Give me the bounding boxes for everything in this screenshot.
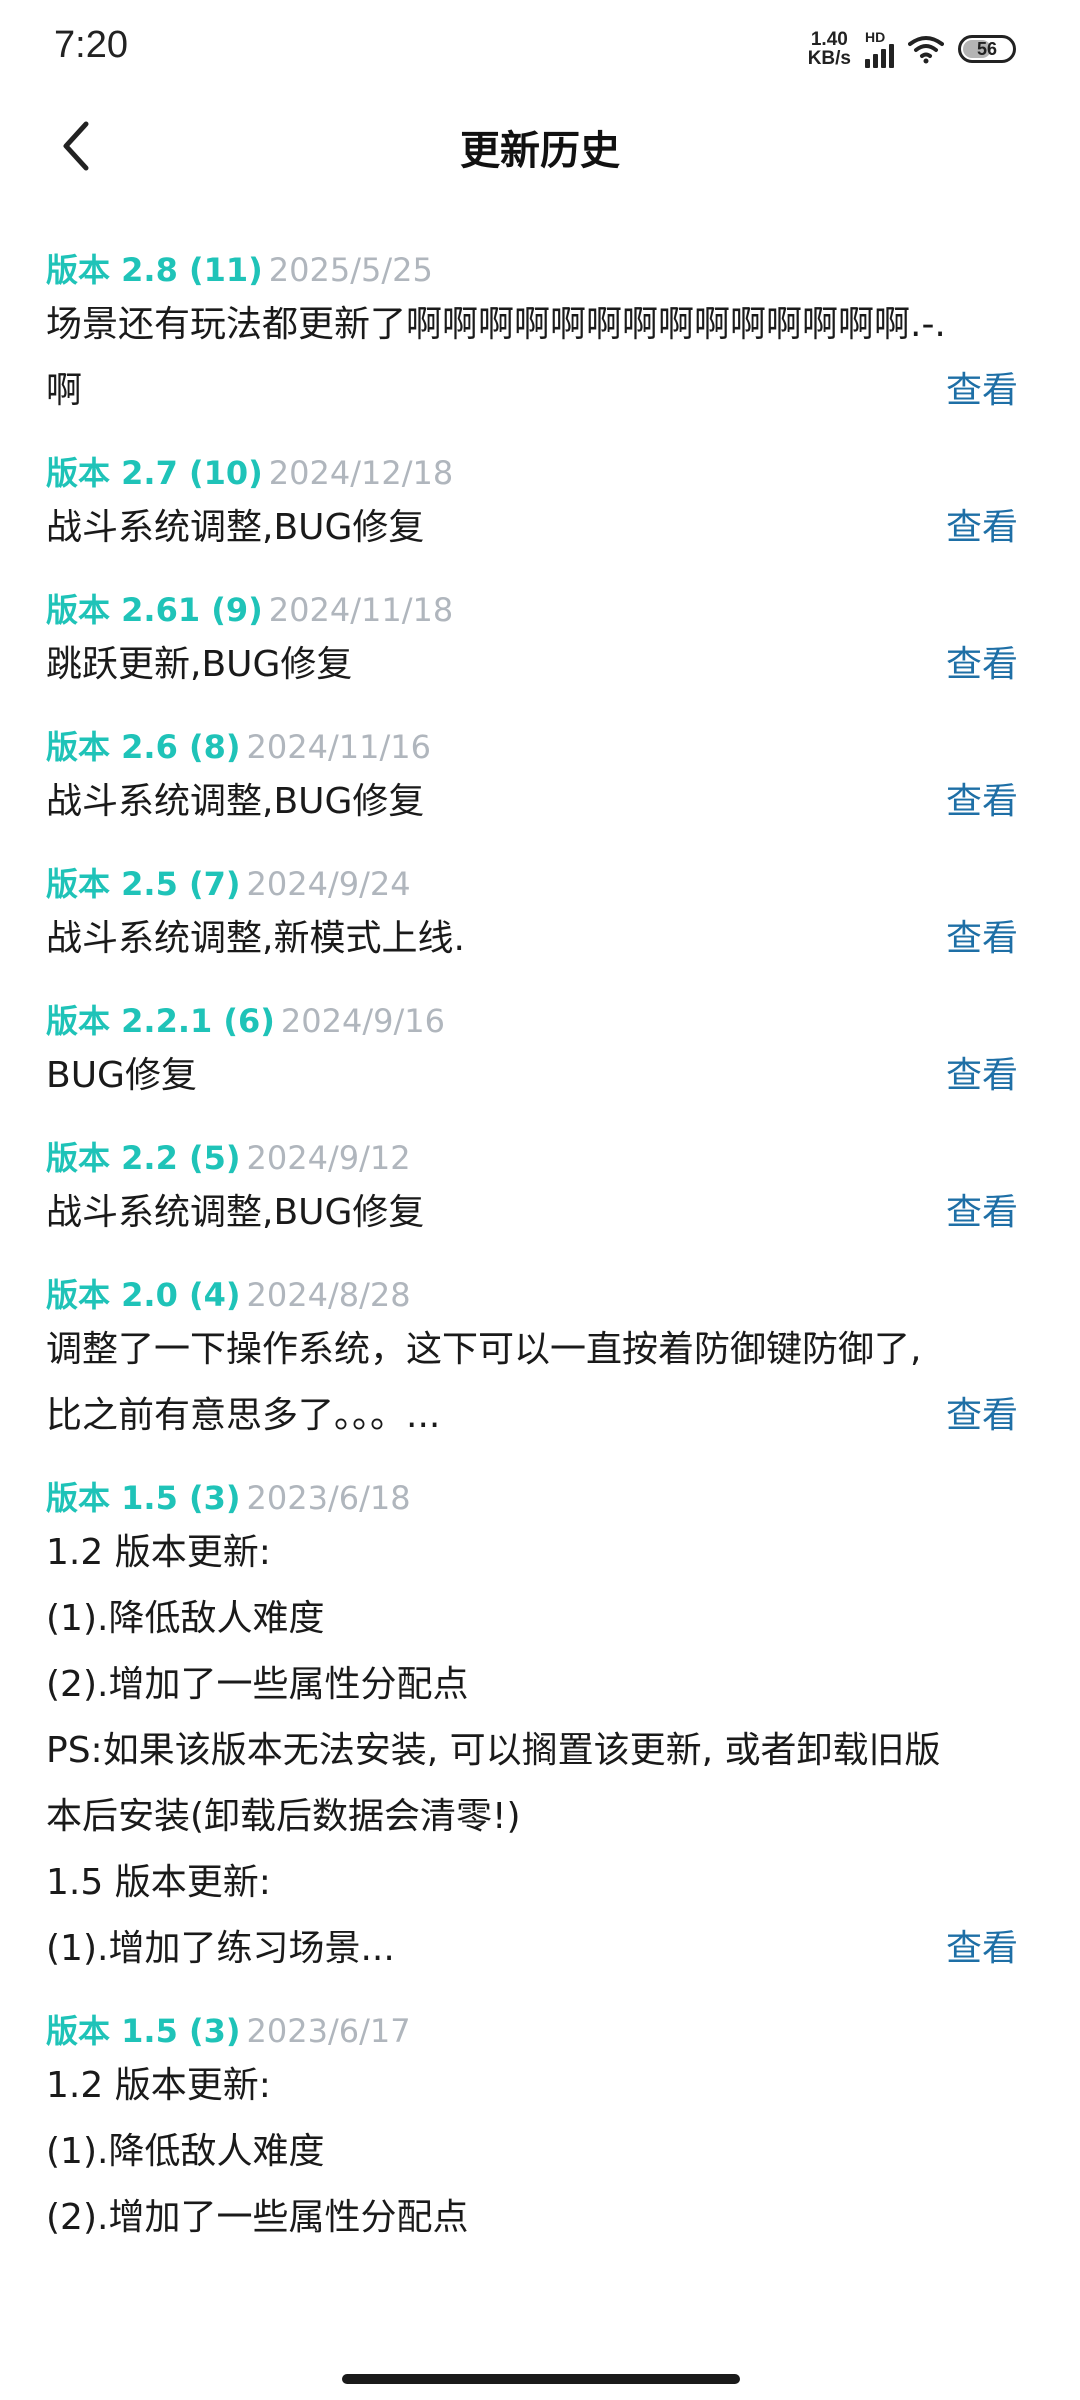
version-label: 版本 1.5 (3) (46, 1479, 241, 1517)
entry-description: 跳跃更新,BUG修复 查看 (46, 632, 1018, 698)
entry-header: 版本 1.5 (3) 2023/6/17 (46, 2009, 1018, 2053)
status-time: 7:20 (54, 24, 128, 66)
network-speed-unit: KB/s (807, 48, 851, 69)
release-date: 2024/8/28 (246, 1276, 411, 1314)
description-line: 1.5 版本更新: (46, 1862, 271, 1903)
version-label: 版本 2.8 (11) (46, 251, 263, 289)
description-line: 战斗系统调整,新模式上线. (46, 918, 465, 959)
entry-header: 版本 2.2 (5) 2024/9/12 (46, 1136, 1018, 1180)
entry-description: 战斗系统调整,BUG修复 查看 (46, 769, 1018, 835)
status-bar: 7:20 1.40 KB/s HD 56 (0, 0, 1080, 100)
entry-description: 场景还有玩法都更新了啊啊啊啊啊啊啊啊啊啊啊啊啊啊.-. 啊 查看 (46, 292, 1018, 424)
entry-description: 1.2 版本更新: (1).降低敌人难度 (2).增加了一些属性分配点 (46, 2053, 1018, 2251)
description-line: 调整了一下操作系统，这下可以一直按着防御键防御了, (46, 1329, 922, 1370)
description-line: (1).降低敌人难度 (46, 1598, 325, 1639)
entry-description: 战斗系统调整,BUG修复 查看 (46, 1180, 1018, 1246)
entry-header: 版本 1.5 (3) 2023/6/18 (46, 1476, 1018, 1520)
description-line: 战斗系统调整,BUG修复 (46, 781, 425, 822)
version-label: 版本 2.6 (8) (46, 728, 241, 766)
version-label: 版本 2.0 (4) (46, 1276, 241, 1314)
version-label: 版本 2.5 (7) (46, 865, 241, 903)
description-line: 场景还有玩法都更新了啊啊啊啊啊啊啊啊啊啊啊啊啊啊.-. (46, 304, 946, 345)
status-icons: 1.40 KB/s HD 56 (808, 30, 1016, 68)
history-entry: 版本 2.5 (7) 2024/9/24 战斗系统调整,新模式上线. 查看 (0, 862, 1080, 972)
description-line: 本后安装(卸载后数据会清零!) (46, 1796, 521, 1837)
history-entry: 版本 1.5 (3) 2023/6/18 1.2 版本更新: (1).降低敌人难度 (2… (0, 1476, 1080, 1982)
entry-description: BUG修复 查看 (46, 1043, 1018, 1109)
release-date: 2024/12/18 (268, 454, 454, 492)
view-details-link[interactable]: 查看 (946, 769, 1018, 835)
history-entry: 版本 2.0 (4) 2024/8/28 调整了一下操作系统，这下可以一直按着防御键… (0, 1273, 1080, 1449)
view-details-link[interactable]: 查看 (946, 906, 1018, 972)
view-details-link[interactable]: 查看 (946, 495, 1018, 561)
entry-description: 1.2 版本更新: (1).降低敌人难度 (2).增加了一些属性分配点 PS:如果该版… (46, 1520, 1018, 1982)
description-line: 跳跃更新,BUG修复 (46, 644, 353, 685)
description-line: 比之前有意思多了。。。... (46, 1395, 441, 1436)
version-label: 版本 2.2 (5) (46, 1139, 241, 1177)
version-label: 版本 2.61 (9) (46, 591, 263, 629)
entry-description: 调整了一下操作系统，这下可以一直按着防御键防御了, 比之前有意思多了。。。... 查… (46, 1317, 1018, 1449)
description-line: 1.2 版本更新: (46, 2065, 271, 2106)
entry-header: 版本 2.7 (10) 2024/12/18 (46, 451, 1018, 495)
version-label: 版本 2.7 (10) (46, 454, 263, 492)
cellular-signal-icon: HD (865, 30, 894, 68)
hd-label: HD (865, 29, 886, 45)
history-entry: 版本 2.6 (8) 2024/11/16 战斗系统调整,BUG修复 查看 (0, 725, 1080, 835)
version-label: 版本 1.5 (3) (46, 2012, 241, 2050)
description-line: (1).增加了练习场景... (46, 1928, 395, 1969)
history-entry: 版本 2.2 (5) 2024/9/12 战斗系统调整,BUG修复 查看 (0, 1136, 1080, 1246)
description-line: (1).降低敌人难度 (46, 2131, 325, 2172)
history-entry: 版本 2.2.1 (6) 2024/9/16 BUG修复 查看 (0, 999, 1080, 1109)
description-line: PS:如果该版本无法安装, 可以搁置该更新, 或者卸载旧版 (46, 1730, 941, 1771)
entry-header: 版本 2.0 (4) 2024/8/28 (46, 1273, 1018, 1317)
release-date: 2024/11/18 (268, 591, 454, 629)
release-date: 2024/9/16 (280, 1002, 445, 1040)
description-line: (2).增加了一些属性分配点 (46, 1664, 469, 1705)
description-line: (2).增加了一些属性分配点 (46, 2197, 469, 2238)
view-details-link[interactable]: 查看 (946, 358, 1018, 424)
history-entry: 版本 2.7 (10) 2024/12/18 战斗系统调整,BUG修复 查看 (0, 451, 1080, 561)
network-speed: 1.40 KB/s (808, 30, 851, 68)
entry-header: 版本 2.61 (9) 2024/11/18 (46, 588, 1018, 632)
view-details-link[interactable]: 查看 (946, 1180, 1018, 1246)
description-line: 啊 (46, 370, 83, 411)
release-date: 2024/9/12 (246, 1139, 411, 1177)
wifi-icon (908, 36, 944, 64)
view-details-link[interactable]: 查看 (946, 1043, 1018, 1109)
home-indicator[interactable] (342, 2374, 740, 2384)
view-details-link[interactable]: 查看 (946, 1383, 1018, 1449)
entry-header: 版本 2.8 (11) 2025/5/25 (46, 248, 1018, 292)
network-speed-value: 1.40 (810, 29, 848, 50)
entry-description: 战斗系统调整,BUG修复 查看 (46, 495, 1018, 561)
entry-description: 战斗系统调整,新模式上线. 查看 (46, 906, 1018, 972)
view-details-link[interactable]: 查看 (946, 632, 1018, 698)
battery-level: 56 (976, 38, 998, 59)
history-entry: 版本 1.5 (3) 2023/6/17 1.2 版本更新: (1).降低敌人难度 (2… (0, 2009, 1080, 2251)
release-date: 2023/6/18 (246, 1479, 411, 1517)
description-line: 战斗系统调整,BUG修复 (46, 507, 425, 548)
description-line: 战斗系统调整,BUG修复 (46, 1192, 425, 1233)
description-line: BUG修复 (46, 1055, 197, 1096)
release-date: 2025/5/25 (268, 251, 433, 289)
header: 更新历史 (0, 100, 1080, 192)
battery-icon: 56 (958, 35, 1016, 63)
page-title: 更新历史 (460, 128, 620, 174)
entry-header: 版本 2.5 (7) 2024/9/24 (46, 862, 1018, 906)
entry-header: 版本 2.6 (8) 2024/11/16 (46, 725, 1018, 769)
entry-header: 版本 2.2.1 (6) 2024/9/16 (46, 999, 1018, 1043)
view-details-link[interactable]: 查看 (946, 1916, 1018, 1982)
description-line: 1.2 版本更新: (46, 1532, 271, 1573)
history-entry: 版本 2.61 (9) 2024/11/18 跳跃更新,BUG修复 查看 (0, 588, 1080, 698)
release-date: 2024/11/16 (246, 728, 431, 766)
history-entry: 版本 2.8 (11) 2025/5/25 场景还有玩法都更新了啊啊啊啊啊啊啊啊啊啊… (0, 248, 1080, 424)
history-list[interactable]: 版本 2.8 (11) 2025/5/25 场景还有玩法都更新了啊啊啊啊啊啊啊啊啊啊… (0, 248, 1080, 2400)
release-date: 2023/6/17 (246, 2012, 411, 2050)
version-label: 版本 2.2.1 (6) (46, 1002, 275, 1040)
release-date: 2024/9/24 (246, 865, 411, 903)
